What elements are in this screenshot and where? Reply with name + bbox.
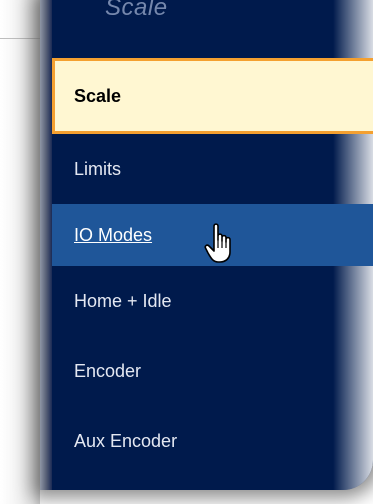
menu-item-aux-encoder[interactable]: Aux Encoder (52, 406, 373, 476)
menu-item-home-idle[interactable]: Home + Idle (52, 266, 373, 336)
panel-title: Scale (105, 0, 168, 21)
menu-item-label: Home + Idle (74, 290, 172, 311)
menu-item-scale[interactable]: Scale (52, 58, 373, 134)
menu-item-label: IO Modes (74, 224, 153, 245)
side-menu: Scale Limits IO Modes Home + Idle Encode… (52, 58, 373, 476)
hand-pointer-icon (204, 223, 231, 263)
menu-item-label: Encoder (74, 360, 142, 381)
menu-item-label: Aux Encoder (74, 430, 178, 451)
menu-item-label: Limits (74, 158, 122, 179)
menu-item-encoder[interactable]: Encoder (52, 336, 373, 406)
window-left-edge (0, 0, 40, 504)
menu-item-limits[interactable]: Limits (52, 134, 373, 204)
menu-item-label: Scale (74, 85, 122, 106)
